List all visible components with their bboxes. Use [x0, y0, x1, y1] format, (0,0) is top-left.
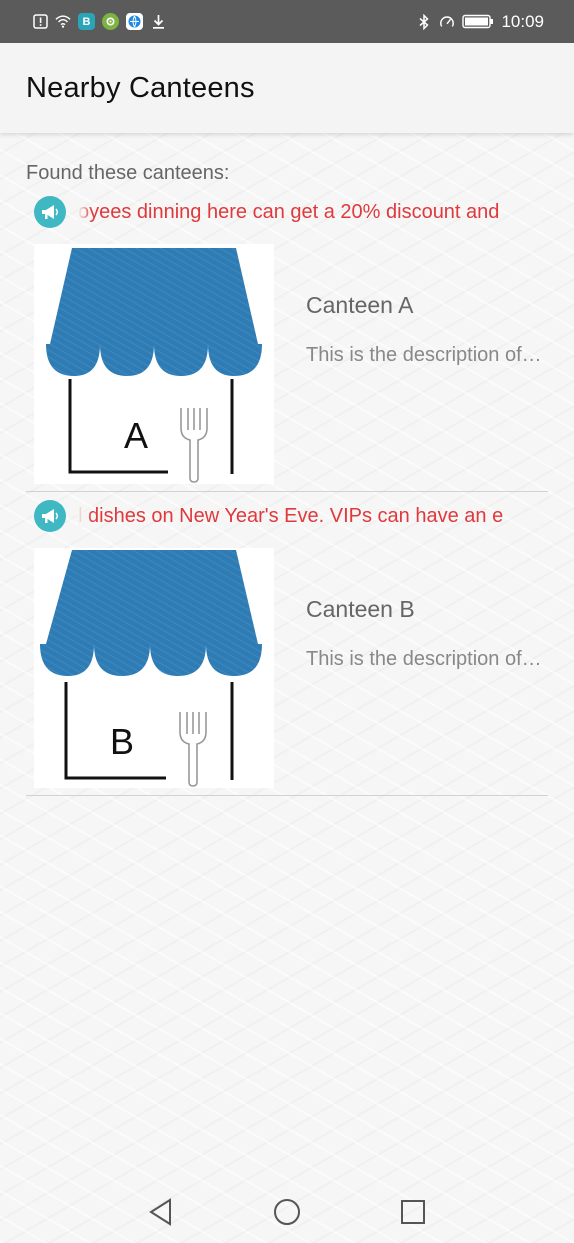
canteen-name: Canteen A [306, 292, 414, 318]
canteen-description: This is the description of Canteen B [306, 648, 542, 670]
status-left-icons: B [32, 13, 166, 30]
back-icon[interactable] [146, 1197, 176, 1227]
notice-text: oyees dinning here can get a 20% discoun… [78, 200, 500, 223]
canteen-list-item[interactable]: A Canteen A This is the description of C… [26, 244, 548, 492]
bluetooth-icon [416, 13, 432, 30]
alert-icon [32, 14, 48, 30]
canteen-image: B [34, 548, 274, 788]
found-label: Found these canteens: [26, 162, 230, 184]
canteen-image-letter: B [110, 721, 134, 762]
canteen-description: This is the description of Canteen A [306, 344, 542, 366]
home-icon[interactable] [272, 1197, 302, 1227]
megaphone-icon [34, 500, 66, 532]
notice-text: l dishes on New Year's Eve. VIPs can hav… [78, 504, 504, 527]
canteen-image-letter: A [124, 415, 148, 456]
app-bar: Nearby Canteens [0, 43, 574, 133]
notice-banner-a[interactable]: oyees dinning here can get a 20% discoun… [34, 196, 544, 228]
battery-icon [462, 14, 494, 30]
notice-banner-b[interactable]: l dishes on New Year's Eve. VIPs can hav… [34, 500, 544, 532]
canteen-image: A [34, 244, 274, 484]
status-right-icons: 10:09 [416, 12, 544, 32]
navigation-bar [0, 1180, 574, 1243]
download-icon [150, 14, 166, 30]
wifi-icon [55, 14, 71, 30]
speed-icon [439, 14, 455, 30]
status-bar: B 10:09 [0, 0, 574, 43]
app-gear-icon [102, 13, 119, 30]
notice-marquee: oyees dinning here can get a 20% discoun… [78, 200, 540, 224]
notice-marquee: l dishes on New Year's Eve. VIPs can hav… [78, 504, 540, 528]
canteen-list-item[interactable]: B Canteen B This is the description of C… [26, 548, 548, 796]
status-time: 10:09 [501, 11, 544, 31]
megaphone-icon [34, 196, 66, 228]
canteen-name: Canteen B [306, 596, 415, 622]
app-globe-icon [126, 13, 143, 30]
recents-icon[interactable] [398, 1197, 428, 1227]
page-title: Nearby Canteens [26, 71, 255, 104]
app-b-icon: B [78, 13, 95, 30]
